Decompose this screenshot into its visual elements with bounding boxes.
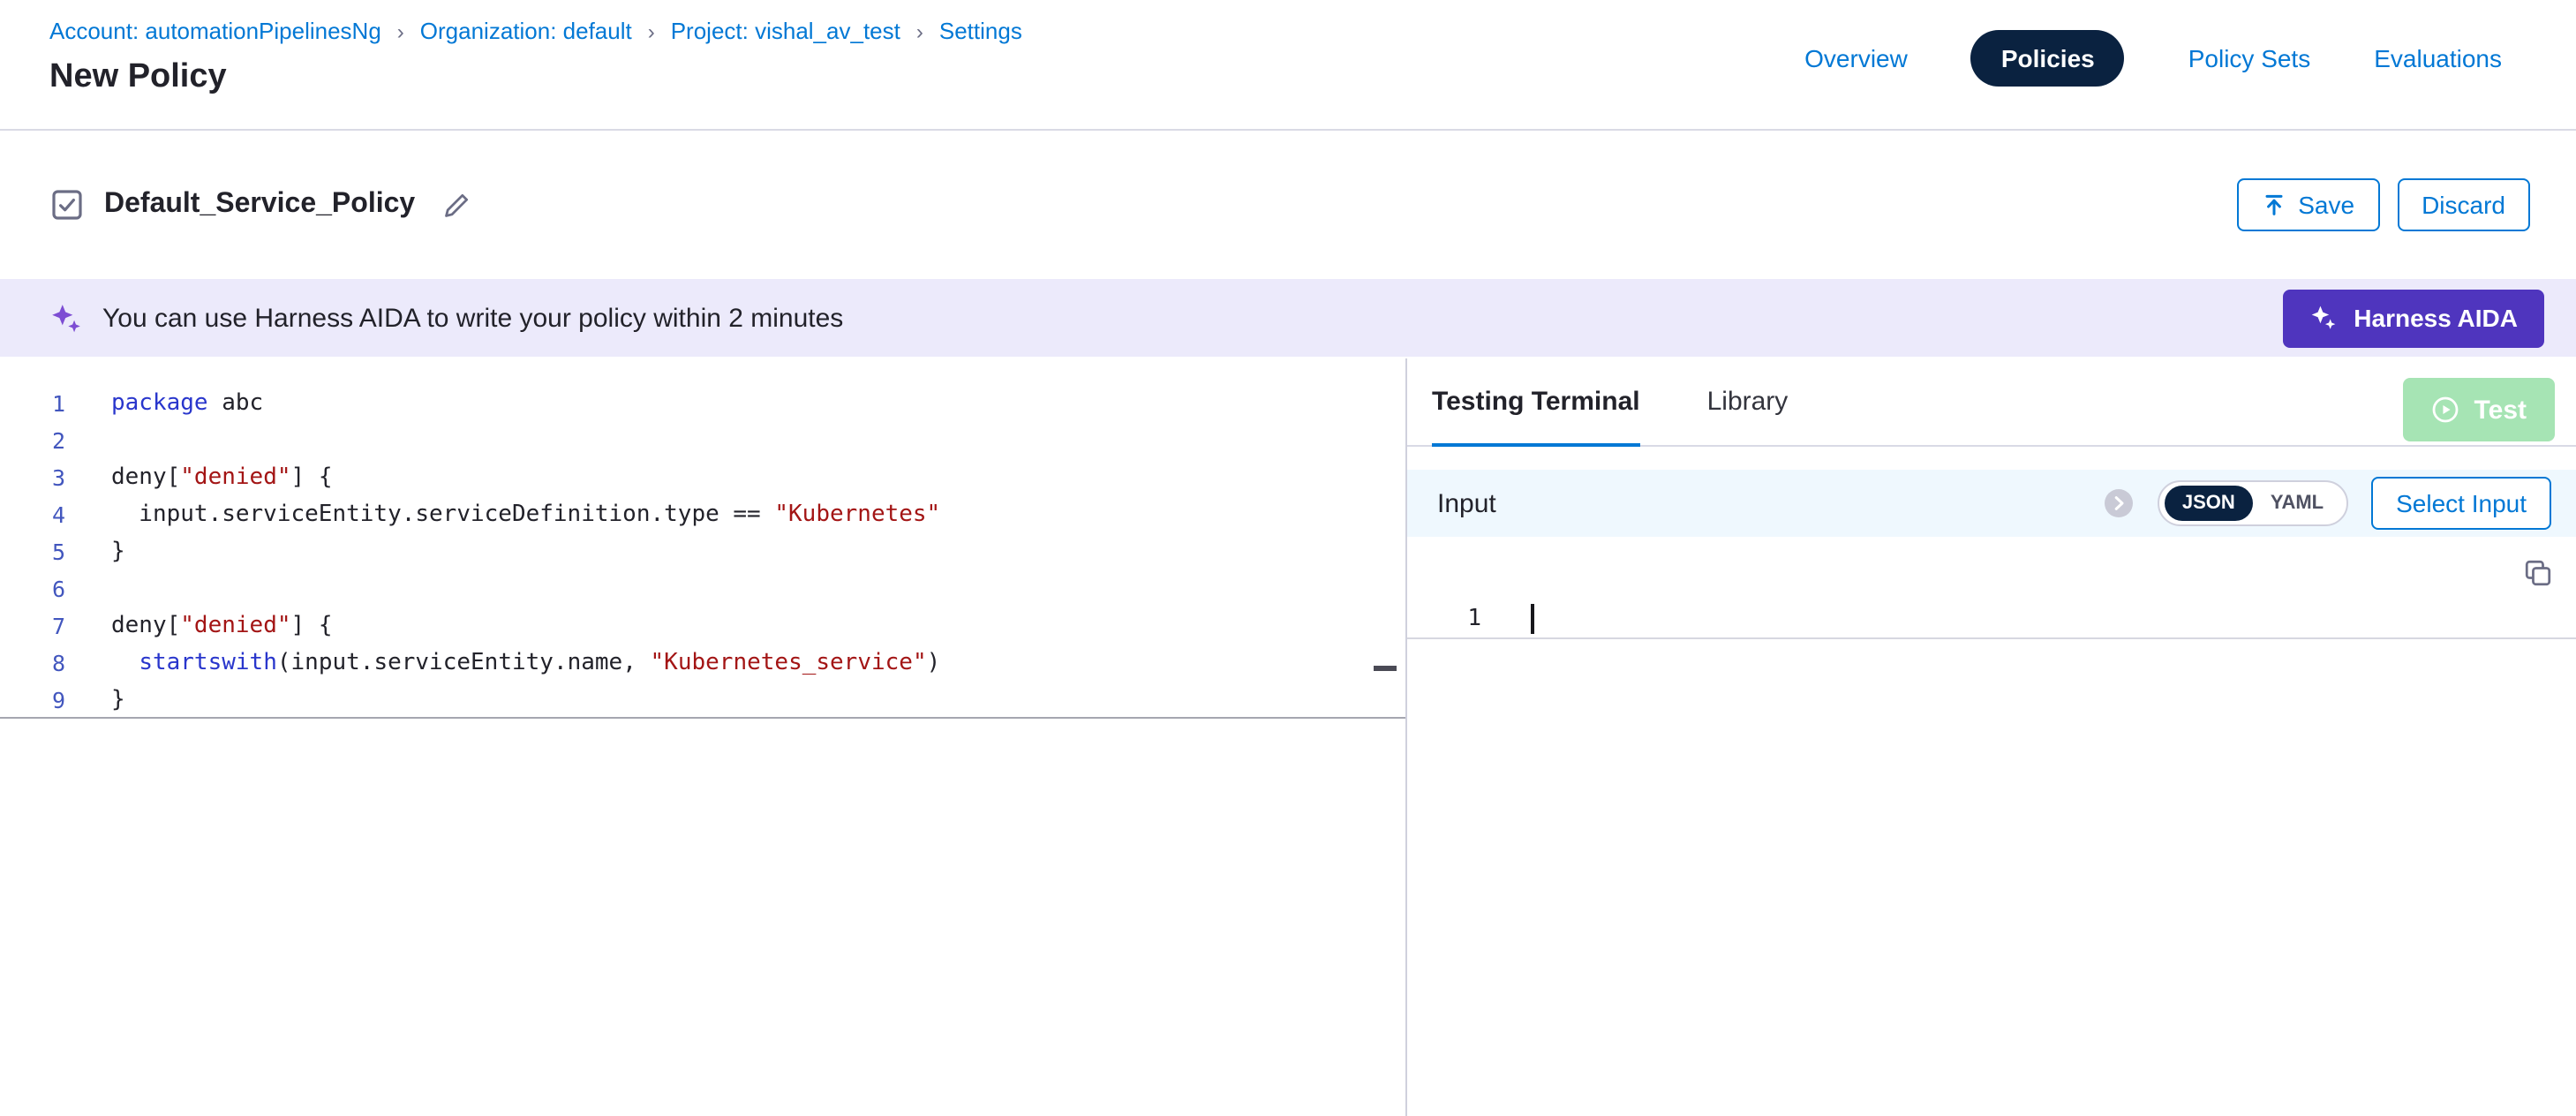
policy-check-icon [49, 187, 85, 222]
code-text: } [111, 686, 125, 713]
format-option-json[interactable]: JSON [2165, 486, 2253, 521]
main-area: 1 package abc 2 3 deny["denied"] { 4 input.se… [0, 358, 2576, 1116]
input-section-header: Input JSON YAML Select Input [1407, 470, 2576, 537]
breadcrumb-project[interactable]: Project: vishal_av_test [671, 18, 900, 44]
policy-bar: Default_Service_Policy Save Discard [0, 131, 2576, 279]
aida-banner: You can use Harness AIDA to write your p… [0, 279, 2576, 357]
copy-icon[interactable] [2523, 558, 2553, 588]
line-number: 2 [0, 427, 65, 454]
line-number: 5 [0, 539, 65, 565]
code-line[interactable]: 9} [0, 682, 1405, 719]
expand-icon[interactable] [2103, 487, 2135, 519]
line-number: 8 [0, 650, 65, 676]
code-line[interactable]: 6 [0, 570, 1405, 607]
breadcrumb-separator-icon: › [397, 19, 404, 43]
line-number: 4 [0, 501, 65, 528]
test-button-label: Test [2474, 395, 2527, 425]
tab-library[interactable]: Library [1707, 358, 1789, 447]
harness-aida-button[interactable]: Harness AIDA [2283, 289, 2544, 347]
overview-ruler-cursor-mark [1374, 666, 1397, 671]
code-line[interactable]: 3 deny["denied"] { [0, 459, 1405, 496]
breadcrumb-separator-icon: › [916, 19, 923, 43]
upload-arrow-icon [2261, 192, 2286, 217]
discard-button-label: Discard [2422, 191, 2505, 219]
code-text: startswith(input.serviceEntity.name, "Ku… [111, 650, 940, 676]
code-line[interactable]: 5} [0, 533, 1405, 570]
code-text: deny["denied"] { [111, 613, 333, 639]
policy-code-editor[interactable]: 1 package abc 2 3 deny["denied"] { 4 input.se… [0, 358, 1407, 1116]
code-text: } [111, 539, 125, 565]
line-number: 3 [0, 464, 65, 491]
top-nav: Overview Policies Policy Sets Evaluation… [1804, 30, 2502, 87]
sparkle-icon [2309, 304, 2338, 332]
breadcrumb-separator-icon: › [648, 19, 655, 43]
page-header: Account: automationPipelinesNg › Organiz… [0, 0, 2576, 131]
test-button[interactable]: Test [2404, 378, 2555, 441]
policy-name: Default_Service_Policy [104, 189, 415, 221]
code-text: deny["denied"] { [111, 464, 333, 491]
line-number: 1 [1407, 606, 1481, 632]
nav-tab-policies[interactable]: Policies [1971, 30, 2125, 87]
code-lines: 1 package abc 2 3 deny["denied"] { 4 input.se… [0, 385, 1405, 719]
breadcrumb-account[interactable]: Account: automationPipelinesNg [49, 18, 381, 44]
select-input-button-label: Select Input [2396, 489, 2527, 517]
save-button-label: Save [2298, 191, 2354, 219]
input-editor-line[interactable]: 1 [1407, 600, 2576, 639]
nav-tab-overview[interactable]: Overview [1804, 44, 1908, 72]
breadcrumb-settings[interactable]: Settings [939, 18, 1022, 44]
testing-panel-tabs: Testing Terminal Library [1407, 358, 2576, 447]
save-button[interactable]: Save [2236, 178, 2379, 231]
line-number: 9 [0, 686, 65, 713]
input-controls: JSON YAML Select Input [2103, 477, 2551, 530]
code-text: package abc [111, 390, 263, 417]
app-root: Account: automationPipelinesNg › Organiz… [0, 0, 2576, 1116]
discard-button[interactable]: Discard [2397, 178, 2530, 231]
tab-testing-terminal[interactable]: Testing Terminal [1432, 358, 1640, 447]
input-editor[interactable]: 1 [1407, 537, 2576, 639]
code-line[interactable]: 7 deny["denied"] { [0, 607, 1405, 645]
line-number: 1 [0, 390, 65, 417]
line-number: 6 [0, 576, 65, 602]
text-cursor [1531, 604, 1534, 634]
code-line[interactable]: 1 package abc [0, 385, 1405, 422]
code-line[interactable]: 2 [0, 422, 1405, 459]
nav-tab-policy-sets[interactable]: Policy Sets [2188, 44, 2311, 72]
harness-aida-button-label: Harness AIDA [2354, 304, 2518, 332]
line-number: 7 [0, 613, 65, 639]
format-toggle: JSON YAML [2158, 480, 2348, 526]
input-section-title: Input [1437, 488, 1496, 518]
format-option-yaml[interactable]: YAML [2253, 486, 2341, 521]
sparkle-icon [49, 301, 83, 335]
breadcrumb-organization[interactable]: Organization: default [420, 18, 632, 44]
code-text: input.serviceEntity.serviceDefinition.ty… [111, 501, 940, 528]
code-line[interactable]: 8 startswith(input.serviceEntity.name, "… [0, 645, 1405, 682]
testing-panel: Testing Terminal Library Test Input JSON [1407, 358, 2576, 1116]
aida-banner-message: You can use Harness AIDA to write your p… [102, 303, 843, 333]
policy-actions: Save Discard [2236, 178, 2530, 231]
select-input-button[interactable]: Select Input [2371, 477, 2551, 530]
nav-tab-evaluations[interactable]: Evaluations [2374, 44, 2502, 72]
play-circle-icon [2432, 396, 2460, 424]
edit-pencil-icon[interactable] [441, 190, 471, 220]
code-line[interactable]: 4 input.serviceEntity.serviceDefinition.… [0, 496, 1405, 533]
